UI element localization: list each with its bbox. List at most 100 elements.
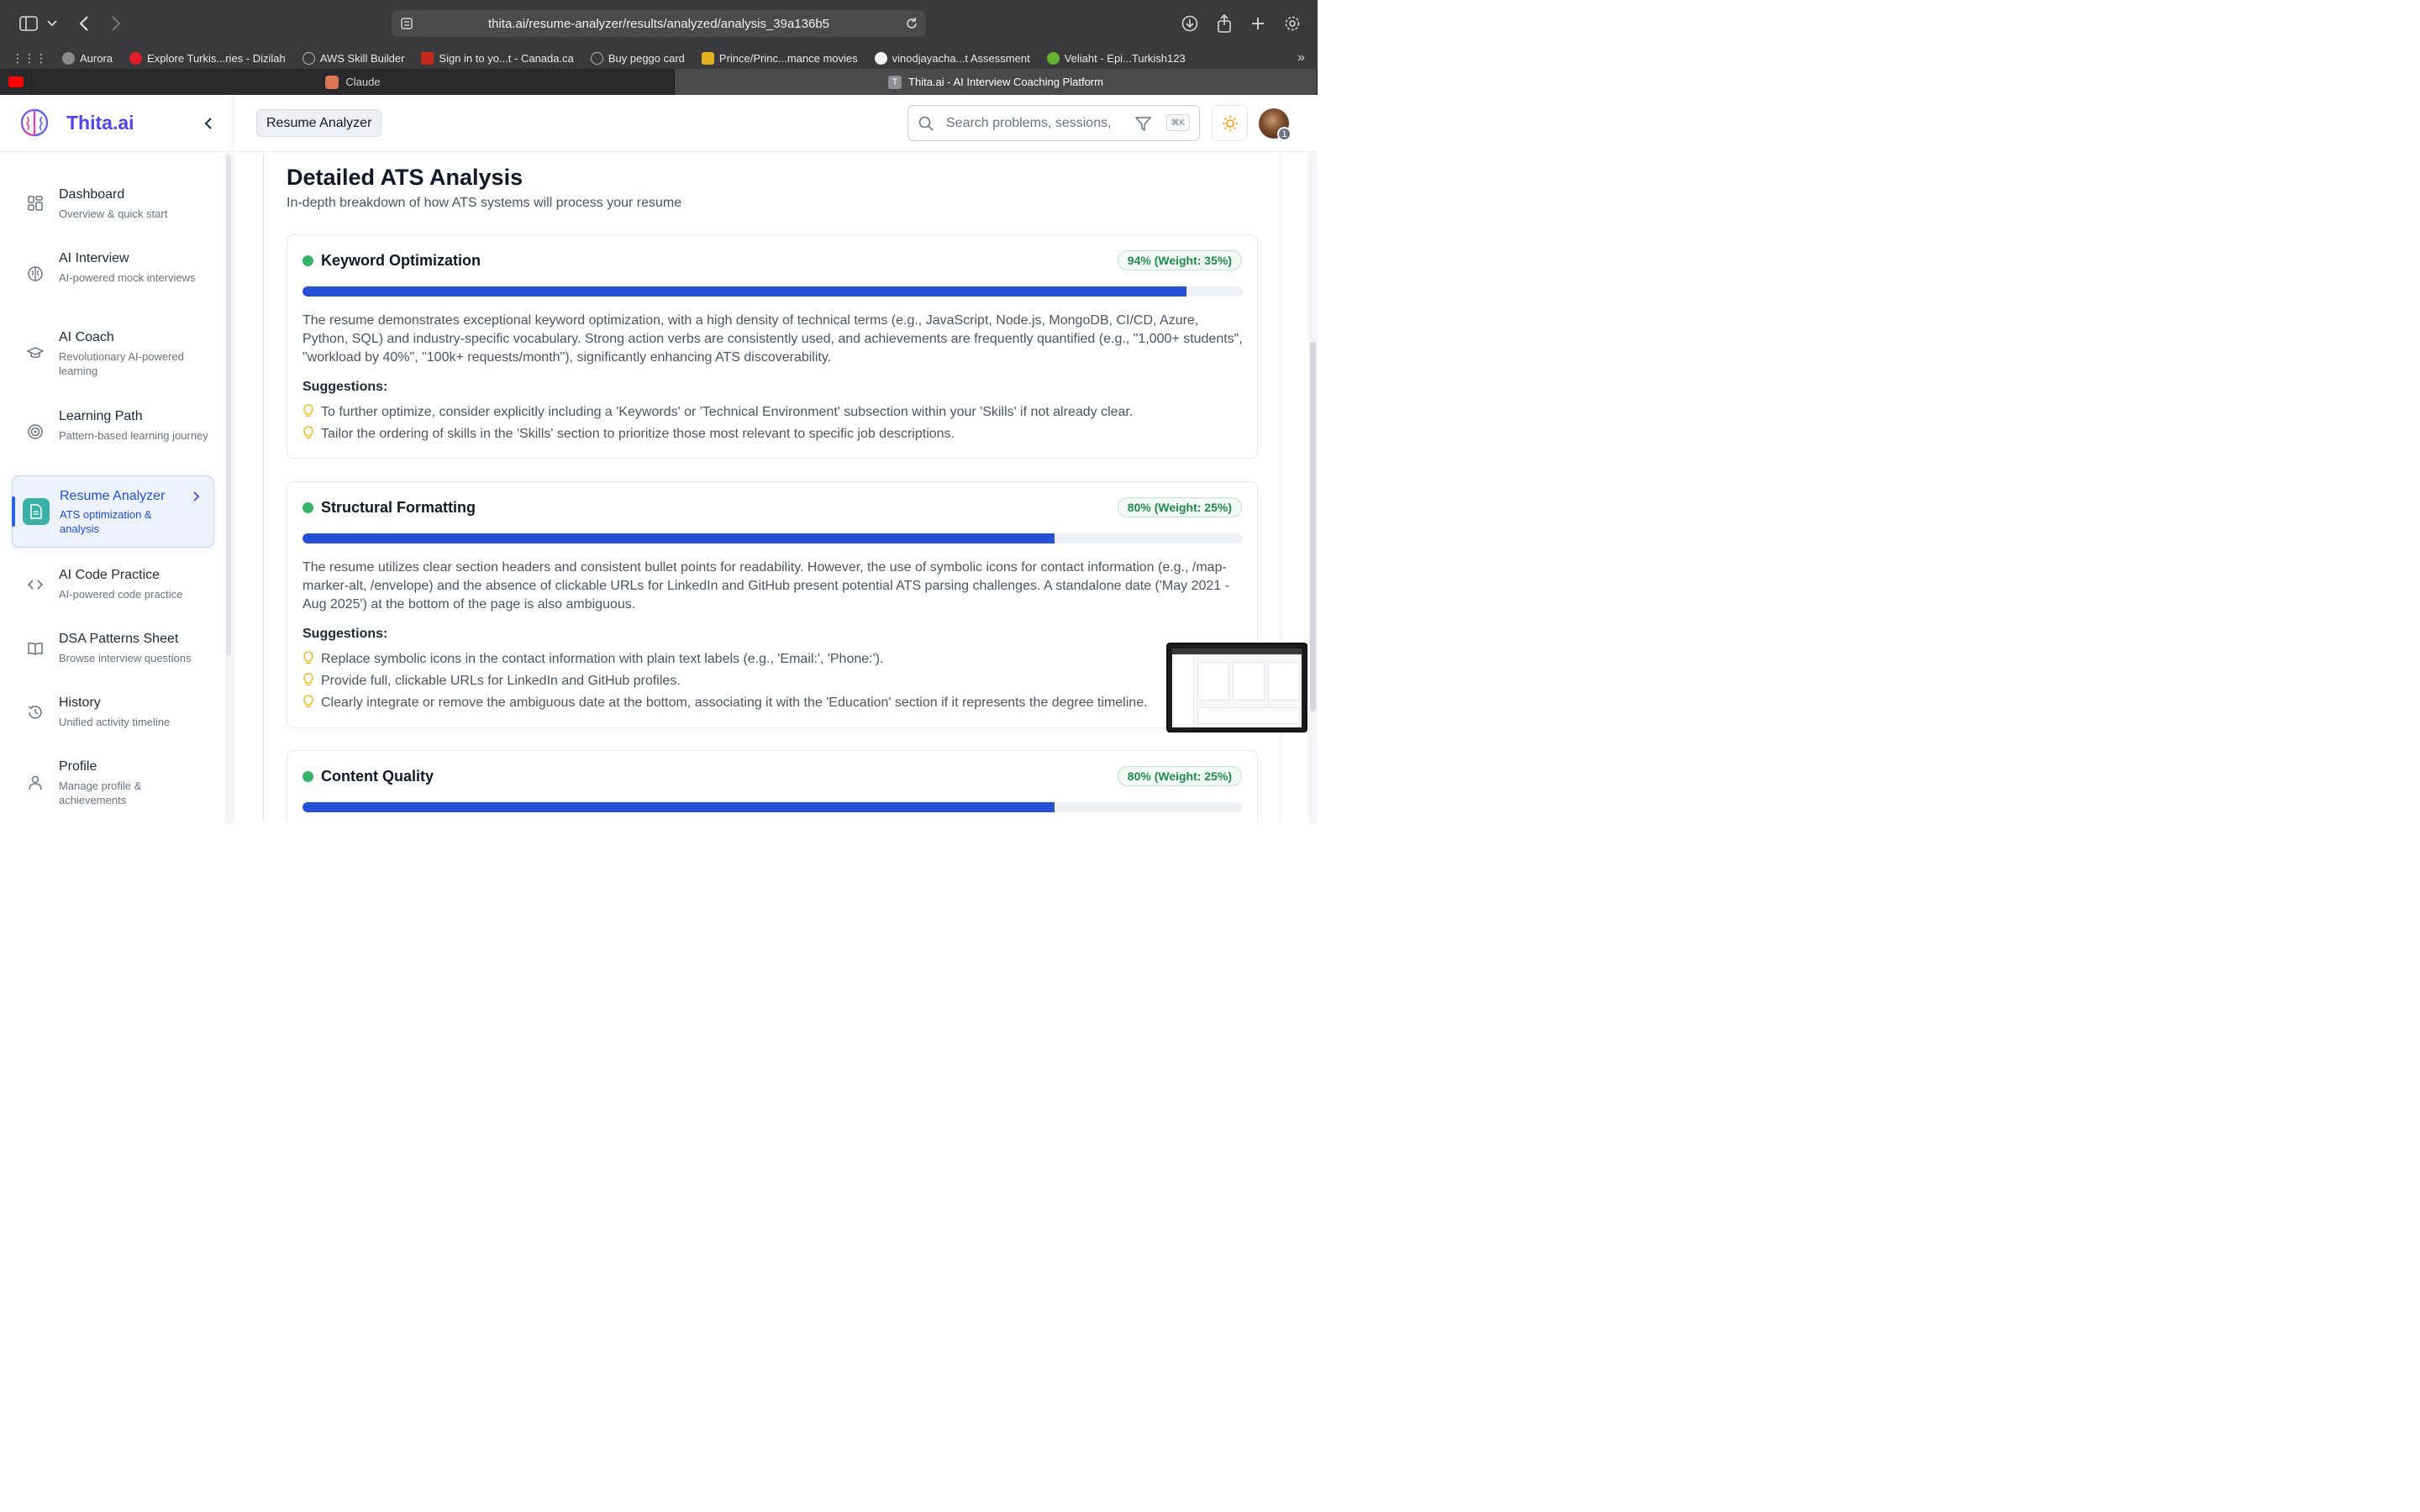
tab-claude[interactable]: Claude xyxy=(32,69,675,95)
sidebar-item-subtitle: Revolutionary AI-powered learning xyxy=(59,350,184,377)
lightbulb-icon xyxy=(303,673,313,686)
metric-card-content-quality: Content Quality 80% (Weight: 25%) xyxy=(287,750,1258,823)
bookmark-item[interactable]: Sign in to yo...t - Canada.ca xyxy=(421,51,574,65)
sidebar-toggle-icon[interactable] xyxy=(17,12,40,35)
app-header: Thita.ai Resume Analyzer Search problems… xyxy=(0,95,1318,152)
sidebar-item-ai-code-practice[interactable]: AI Code Practice AI-powered code practic… xyxy=(12,561,214,612)
new-tab-icon[interactable] xyxy=(1246,12,1270,35)
progress-bar xyxy=(302,533,1243,543)
sun-icon xyxy=(1222,115,1238,131)
sidebar-item-learning-path[interactable]: Learning Path Pattern-based learning jou… xyxy=(12,400,214,465)
play-icon xyxy=(1046,51,1060,65)
sidebar-item-ai-interview[interactable]: AI Interview AI-powered mock interviews xyxy=(12,242,214,307)
progress-fill xyxy=(302,286,1186,297)
history-icon xyxy=(28,706,42,719)
scrollbar-thumb[interactable] xyxy=(226,155,231,655)
score-badge: 80% (Weight: 25%) xyxy=(1117,766,1242,786)
bookmark-item[interactable]: Explore Turkis...ries - Dizilah xyxy=(129,51,286,65)
bookmark-favicon xyxy=(62,51,75,65)
sidebar-scrollbar[interactable] xyxy=(225,153,232,823)
progress-bar xyxy=(302,802,1243,812)
reload-icon[interactable] xyxy=(904,16,919,31)
main-scrollbar[interactable] xyxy=(1308,153,1318,823)
status-dot xyxy=(302,255,313,266)
bookmarks-bar: ⋮⋮⋮ Aurora Explore Turkis...ries - Dizil… xyxy=(0,47,1318,69)
sidebar: Dashboard Overview & quick start AI Inte… xyxy=(0,153,234,823)
url-text[interactable]: thita.ai/resume-analyzer/results/analyze… xyxy=(488,17,829,31)
search-input[interactable]: Search problems, sessions, ⌘K xyxy=(908,105,1200,141)
chevron-right-icon xyxy=(193,491,200,501)
progress-bar xyxy=(302,286,1243,297)
page-settings-icon[interactable] xyxy=(400,17,413,30)
bookmark-item[interactable]: Veliaht - Epi...Turkish123 xyxy=(1046,51,1186,65)
suggestion-text: Provide full, clickable URLs for LinkedI… xyxy=(321,674,681,688)
sidebar-item-subtitle: AI-powered code practice xyxy=(59,588,183,601)
shortcut-hint: ⌘K xyxy=(1166,114,1190,131)
target-icon xyxy=(28,424,43,439)
score-badge: 94% (Weight: 35%) xyxy=(1117,250,1242,270)
bookmark-item[interactable]: Buy peggo card xyxy=(590,51,685,65)
sidebar-item-resume-analyzer[interactable]: Resume Analyzer ATS optimization & analy… xyxy=(12,475,214,548)
apps-grid-icon[interactable]: ⋮⋮⋮ xyxy=(12,51,47,66)
bookmark-item[interactable]: Prince/Princ...mance movies xyxy=(701,51,858,65)
tab-youtube[interactable] xyxy=(0,69,32,95)
sidebar-item-label: Dashboard xyxy=(59,187,125,202)
sidebar-item-profile[interactable]: Profile Manage profile & achievements xyxy=(12,753,214,818)
share-icon[interactable] xyxy=(1213,12,1236,35)
tab-bar: Claude T Thita.ai - AI Interview Coaching… xyxy=(0,69,1318,95)
globe-icon xyxy=(590,51,603,65)
brain-logo-icon[interactable] xyxy=(20,108,49,137)
gear-icon[interactable] xyxy=(1281,12,1304,35)
preview-image xyxy=(1172,648,1302,727)
bookmark-item[interactable]: AWS Skill Builder xyxy=(302,51,404,65)
address-bar[interactable]: thita.ai/resume-analyzer/results/analyze… xyxy=(392,10,926,37)
sidebar-item-ai-coach[interactable]: AI Coach Revolutionary AI-powered learni… xyxy=(12,321,214,386)
back-icon[interactable] xyxy=(72,12,96,35)
sidebar-item-subtitle: AI-powered mock interviews xyxy=(59,271,196,284)
metric-card-structural-formatting: Structural Formatting 80% (Weight: 25%) … xyxy=(287,481,1258,728)
metric-description: The resume utilizes clear section header… xyxy=(302,560,1229,612)
scrollbar-thumb[interactable] xyxy=(1310,342,1316,711)
search-icon xyxy=(918,116,934,131)
sidebar-item-subtitle: ATS optimization & analysis xyxy=(60,508,152,535)
sidebar-item-subtitle: Pattern-based learning journey xyxy=(59,429,208,442)
brand-name[interactable]: Thita.ai xyxy=(66,112,134,134)
tab-thita[interactable]: T Thita.ai - AI Interview Coaching Platfo… xyxy=(675,69,1318,95)
sidebar-item-label: Learning Path xyxy=(59,409,143,423)
thita-favicon: T xyxy=(888,75,902,89)
lightbulb-icon xyxy=(303,695,313,708)
collapse-sidebar-icon[interactable] xyxy=(200,115,217,132)
bookmark-favicon xyxy=(129,51,143,65)
suggestion-item: Replace symbolic icons in the contact in… xyxy=(302,651,1244,669)
lightbulb-icon xyxy=(303,426,313,439)
sidebar-item-dashboard[interactable]: Dashboard Overview & quick start xyxy=(12,178,214,228)
active-indicator xyxy=(12,496,15,527)
notification-badge: 1 xyxy=(1277,127,1292,141)
sidebar-item-label: DSA Patterns Sheet xyxy=(59,632,179,646)
dashboard-icon xyxy=(28,196,43,211)
brand-area: Thita.ai xyxy=(0,95,234,152)
forward-icon[interactable] xyxy=(104,12,128,35)
imdb-icon xyxy=(701,51,714,65)
maple-leaf-icon xyxy=(421,51,434,65)
sidebar-item-history[interactable]: History Unified activity timeline xyxy=(12,689,214,739)
chevron-down-icon[interactable] xyxy=(42,12,62,35)
sidebar-item-label: AI Interview xyxy=(59,251,129,265)
section-title: Detailed ATS Analysis xyxy=(287,165,523,190)
suggestion-item: Tailor the ordering of skills in the 'Sk… xyxy=(302,426,1244,444)
claude-icon xyxy=(325,75,339,89)
filter-icon[interactable] xyxy=(1135,116,1151,132)
book-icon xyxy=(28,642,43,655)
metric-title: Keyword Optimization xyxy=(321,252,481,269)
sidebar-item-label: Resume Analyzer xyxy=(60,489,166,503)
screen-preview-thumbnail[interactable] xyxy=(1166,643,1307,732)
bookmark-item[interactable]: vinodjayacha...t Assessment xyxy=(874,51,1030,65)
sidebar-item-dsa-patterns[interactable]: DSA Patterns Sheet Browse interview ques… xyxy=(12,625,214,675)
youtube-icon xyxy=(8,76,24,87)
bookmark-item[interactable]: Aurora xyxy=(62,51,113,65)
sidebar-item-subtitle: Manage profile & achievements xyxy=(59,780,142,806)
theme-toggle-button[interactable] xyxy=(1212,105,1248,141)
download-icon[interactable] xyxy=(1178,12,1202,35)
more-bookmarks-icon[interactable]: » xyxy=(1297,50,1305,66)
suggestion-text: Replace symbolic icons in the contact in… xyxy=(321,652,884,666)
